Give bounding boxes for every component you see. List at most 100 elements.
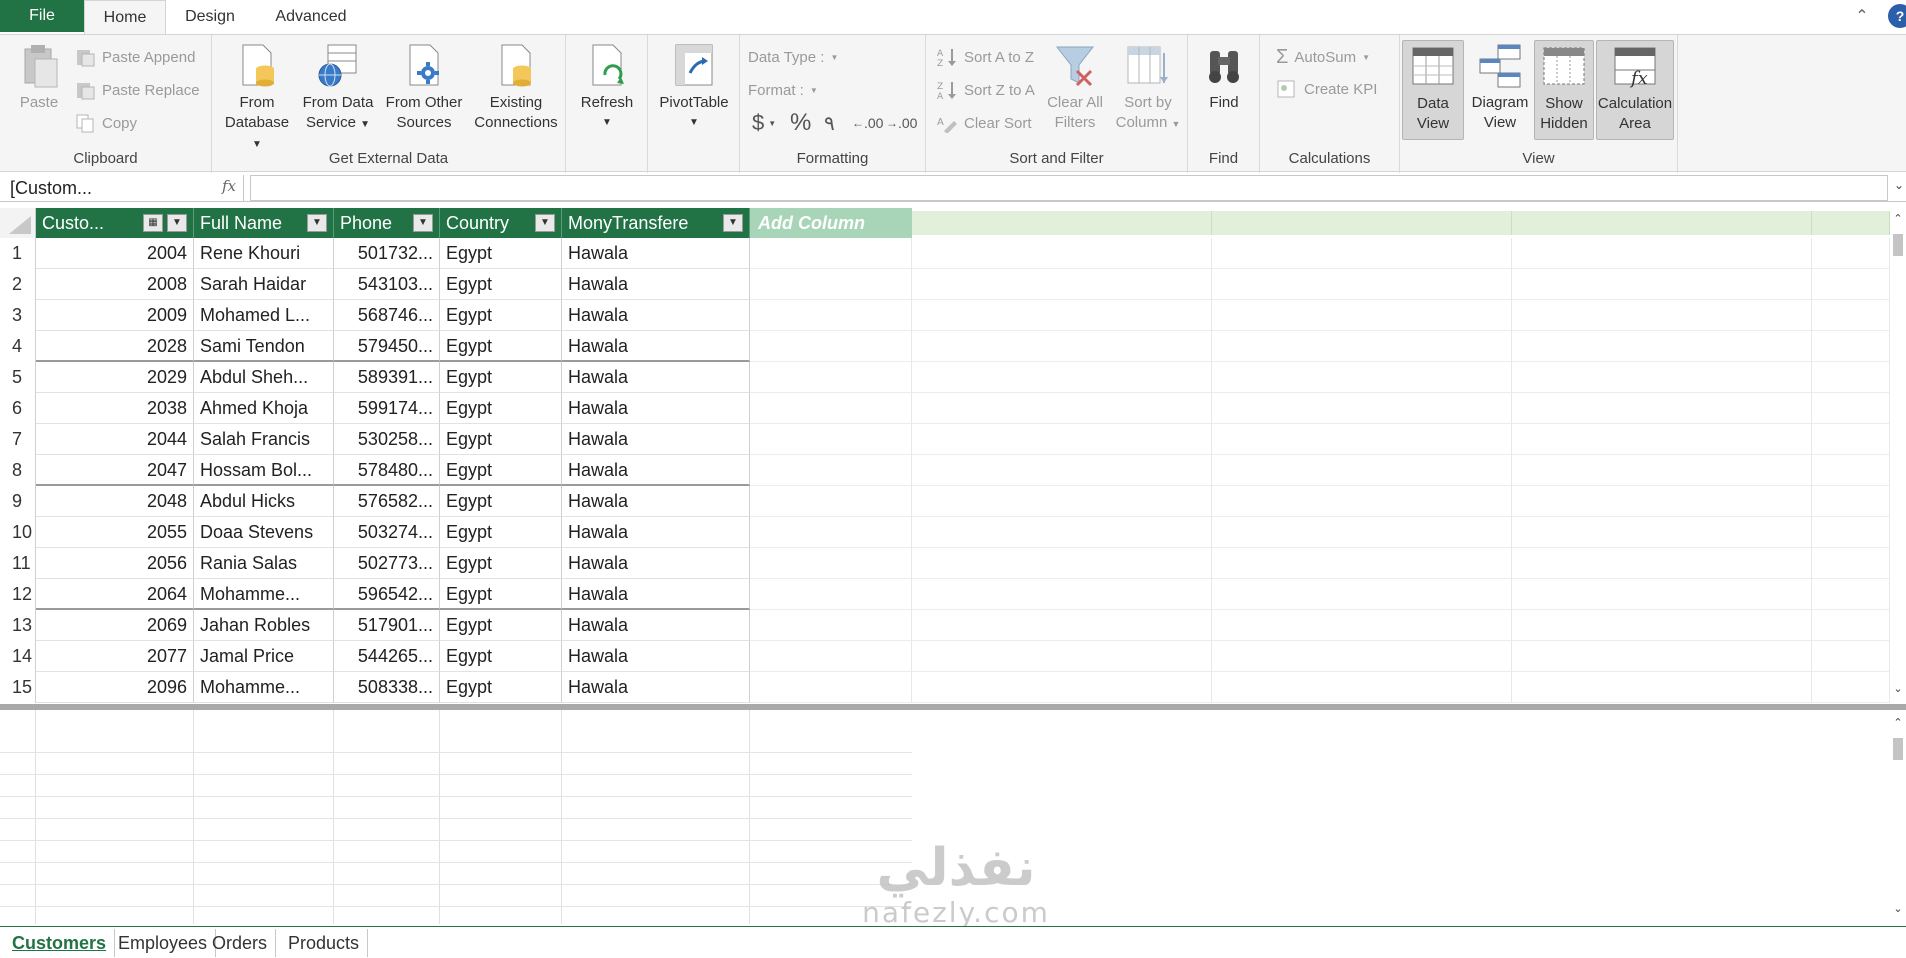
calc-row[interactable] <box>0 797 912 819</box>
sheet-tab-products[interactable]: Products <box>280 929 369 957</box>
empty-cell[interactable] <box>1812 579 1890 610</box>
empty-cell[interactable] <box>1812 331 1890 362</box>
empty-cell[interactable] <box>1212 362 1512 393</box>
empty-cell[interactable] <box>1212 672 1512 703</box>
calc-vertical-scrollbar[interactable]: ⌃ ⌄ <box>1890 712 1906 922</box>
calc-row[interactable] <box>0 863 912 885</box>
cell-customer-id[interactable]: 2055 <box>36 517 194 548</box>
format-dropdown[interactable]: Format : ▼ <box>748 78 818 102</box>
show-hidden-button[interactable]: Show Hidden <box>1534 40 1594 140</box>
cell-country[interactable]: Egypt <box>440 424 562 455</box>
cell-monytransfere[interactable]: Hawala <box>562 517 750 548</box>
scroll-down-icon[interactable]: ⌄ <box>1890 682 1906 698</box>
empty-cell[interactable] <box>750 610 912 641</box>
empty-cell[interactable] <box>1212 548 1512 579</box>
empty-cell[interactable] <box>1512 331 1812 362</box>
empty-cell[interactable] <box>1512 393 1812 424</box>
empty-cell[interactable] <box>1812 672 1890 703</box>
cell-full-name[interactable]: Doaa Stevens <box>194 517 334 548</box>
existing-connections-button[interactable]: Existing Connections <box>470 43 562 133</box>
table-row[interactable]: 9 2048 Abdul Hicks 576582... Egypt Hawala <box>0 486 1890 517</box>
empty-cell[interactable] <box>1512 548 1812 579</box>
empty-cell[interactable] <box>1212 300 1512 331</box>
cell-phone[interactable]: 517901... <box>334 610 440 641</box>
increase-decimal-button[interactable]: ← .00 <box>852 111 883 135</box>
empty-cell[interactable] <box>1212 424 1512 455</box>
row-number[interactable]: 5 <box>0 362 36 393</box>
empty-cell[interactable] <box>912 238 1212 269</box>
select-all-corner[interactable] <box>0 208 36 238</box>
diagram-view-button[interactable]: Diagram View <box>1468 43 1532 133</box>
empty-cell[interactable] <box>1212 331 1512 362</box>
calc-row[interactable] <box>0 819 912 841</box>
cell-monytransfere[interactable]: Hawala <box>562 641 750 672</box>
cell-phone[interactable]: 576582... <box>334 486 440 517</box>
cell-monytransfere[interactable]: Hawala <box>562 672 750 703</box>
table-row[interactable]: 4 2028 Sami Tendon 579450... Egypt Hawala <box>0 331 1890 362</box>
empty-cell[interactable] <box>1812 548 1890 579</box>
cell-full-name[interactable]: Sami Tendon <box>194 331 334 362</box>
table-row[interactable]: 12 2064 Mohamme... 596542... Egypt Hawala <box>0 579 1890 610</box>
cell-full-name[interactable]: Mohamme... <box>194 672 334 703</box>
cell-customer-id[interactable]: 2029 <box>36 362 194 393</box>
cell-monytransfere[interactable]: Hawala <box>562 300 750 331</box>
cell-customer-id[interactable]: 2048 <box>36 486 194 517</box>
row-number[interactable]: 14 <box>0 641 36 672</box>
empty-cell[interactable] <box>1812 300 1890 331</box>
empty-cell[interactable] <box>1512 517 1812 548</box>
empty-cell[interactable] <box>1812 424 1890 455</box>
cell-phone[interactable]: 579450... <box>334 331 440 362</box>
currency-button[interactable]: $ ▼ <box>752 110 776 135</box>
cell-country[interactable]: Egypt <box>440 548 562 579</box>
cell-monytransfere[interactable]: Hawala <box>562 362 750 393</box>
empty-cell[interactable] <box>1512 300 1812 331</box>
decrease-decimal-button[interactable]: → .00 <box>886 111 917 135</box>
row-number[interactable]: 8 <box>0 455 36 486</box>
paste-replace-button[interactable]: Paste Replace <box>74 78 200 102</box>
cell-monytransfere[interactable]: Hawala <box>562 548 750 579</box>
cell-customer-id[interactable]: 2056 <box>36 548 194 579</box>
cell-phone[interactable]: 543103... <box>334 269 440 300</box>
scroll-thumb[interactable] <box>1893 234 1903 256</box>
empty-cell[interactable] <box>750 300 912 331</box>
empty-cell[interactable] <box>1512 610 1812 641</box>
empty-cell[interactable] <box>912 548 1212 579</box>
empty-cell[interactable] <box>750 424 912 455</box>
cell-country[interactable]: Egypt <box>440 641 562 672</box>
pivottable-button[interactable]: PivotTable ▼ <box>654 43 734 133</box>
column-header-country[interactable]: Country ▼ <box>440 208 562 238</box>
calc-row[interactable] <box>0 841 912 863</box>
empty-cell[interactable] <box>912 393 1212 424</box>
empty-cell[interactable] <box>750 579 912 610</box>
empty-cell[interactable] <box>750 672 912 703</box>
cell-country[interactable]: Egypt <box>440 672 562 703</box>
empty-cell[interactable] <box>1512 455 1812 486</box>
refresh-dropdown-icon[interactable]: ▼ <box>602 113 612 133</box>
cell-customer-id[interactable]: 2008 <box>36 269 194 300</box>
empty-cell[interactable] <box>1512 269 1812 300</box>
cell-country[interactable]: Egypt <box>440 331 562 362</box>
empty-cell[interactable] <box>1212 486 1512 517</box>
filter-dropdown-icon[interactable]: ▼ <box>723 214 743 232</box>
comma-style-button[interactable]: ٩ <box>824 111 835 135</box>
scroll-up-icon[interactable]: ⌃ <box>1890 212 1906 228</box>
filter-dropdown-icon[interactable]: ▼ <box>535 214 555 232</box>
table-row[interactable]: 14 2077 Jamal Price 544265... Egypt Hawala <box>0 641 1890 672</box>
tab-file[interactable]: File <box>0 0 84 32</box>
empty-cell[interactable] <box>1812 610 1890 641</box>
grid-vertical-scrollbar[interactable]: ⌃ ⌄ <box>1890 208 1906 702</box>
calc-row[interactable] <box>0 885 912 907</box>
cell-country[interactable]: Egypt <box>440 455 562 486</box>
table-row[interactable]: 2 2008 Sarah Haidar 543103... Egypt Hawala <box>0 269 1890 300</box>
empty-cell[interactable] <box>750 393 912 424</box>
pivottable-dropdown-icon[interactable]: ▼ <box>689 113 699 133</box>
table-row[interactable]: 5 2029 Abdul Sheh... 589391... Egypt Hawala <box>0 362 1890 393</box>
tab-advanced[interactable]: Advanced <box>264 0 358 34</box>
scroll-up-icon[interactable]: ⌃ <box>1890 716 1906 732</box>
empty-cell[interactable] <box>1812 455 1890 486</box>
cell-full-name[interactable]: Mohamed L... <box>194 300 334 331</box>
cell-customer-id[interactable]: 2038 <box>36 393 194 424</box>
collapse-ribbon-icon[interactable]: ⌃ <box>1852 6 1872 26</box>
cell-full-name[interactable]: Mohamme... <box>194 579 334 610</box>
from-other-sources-button[interactable]: From Other Sources <box>380 43 468 133</box>
